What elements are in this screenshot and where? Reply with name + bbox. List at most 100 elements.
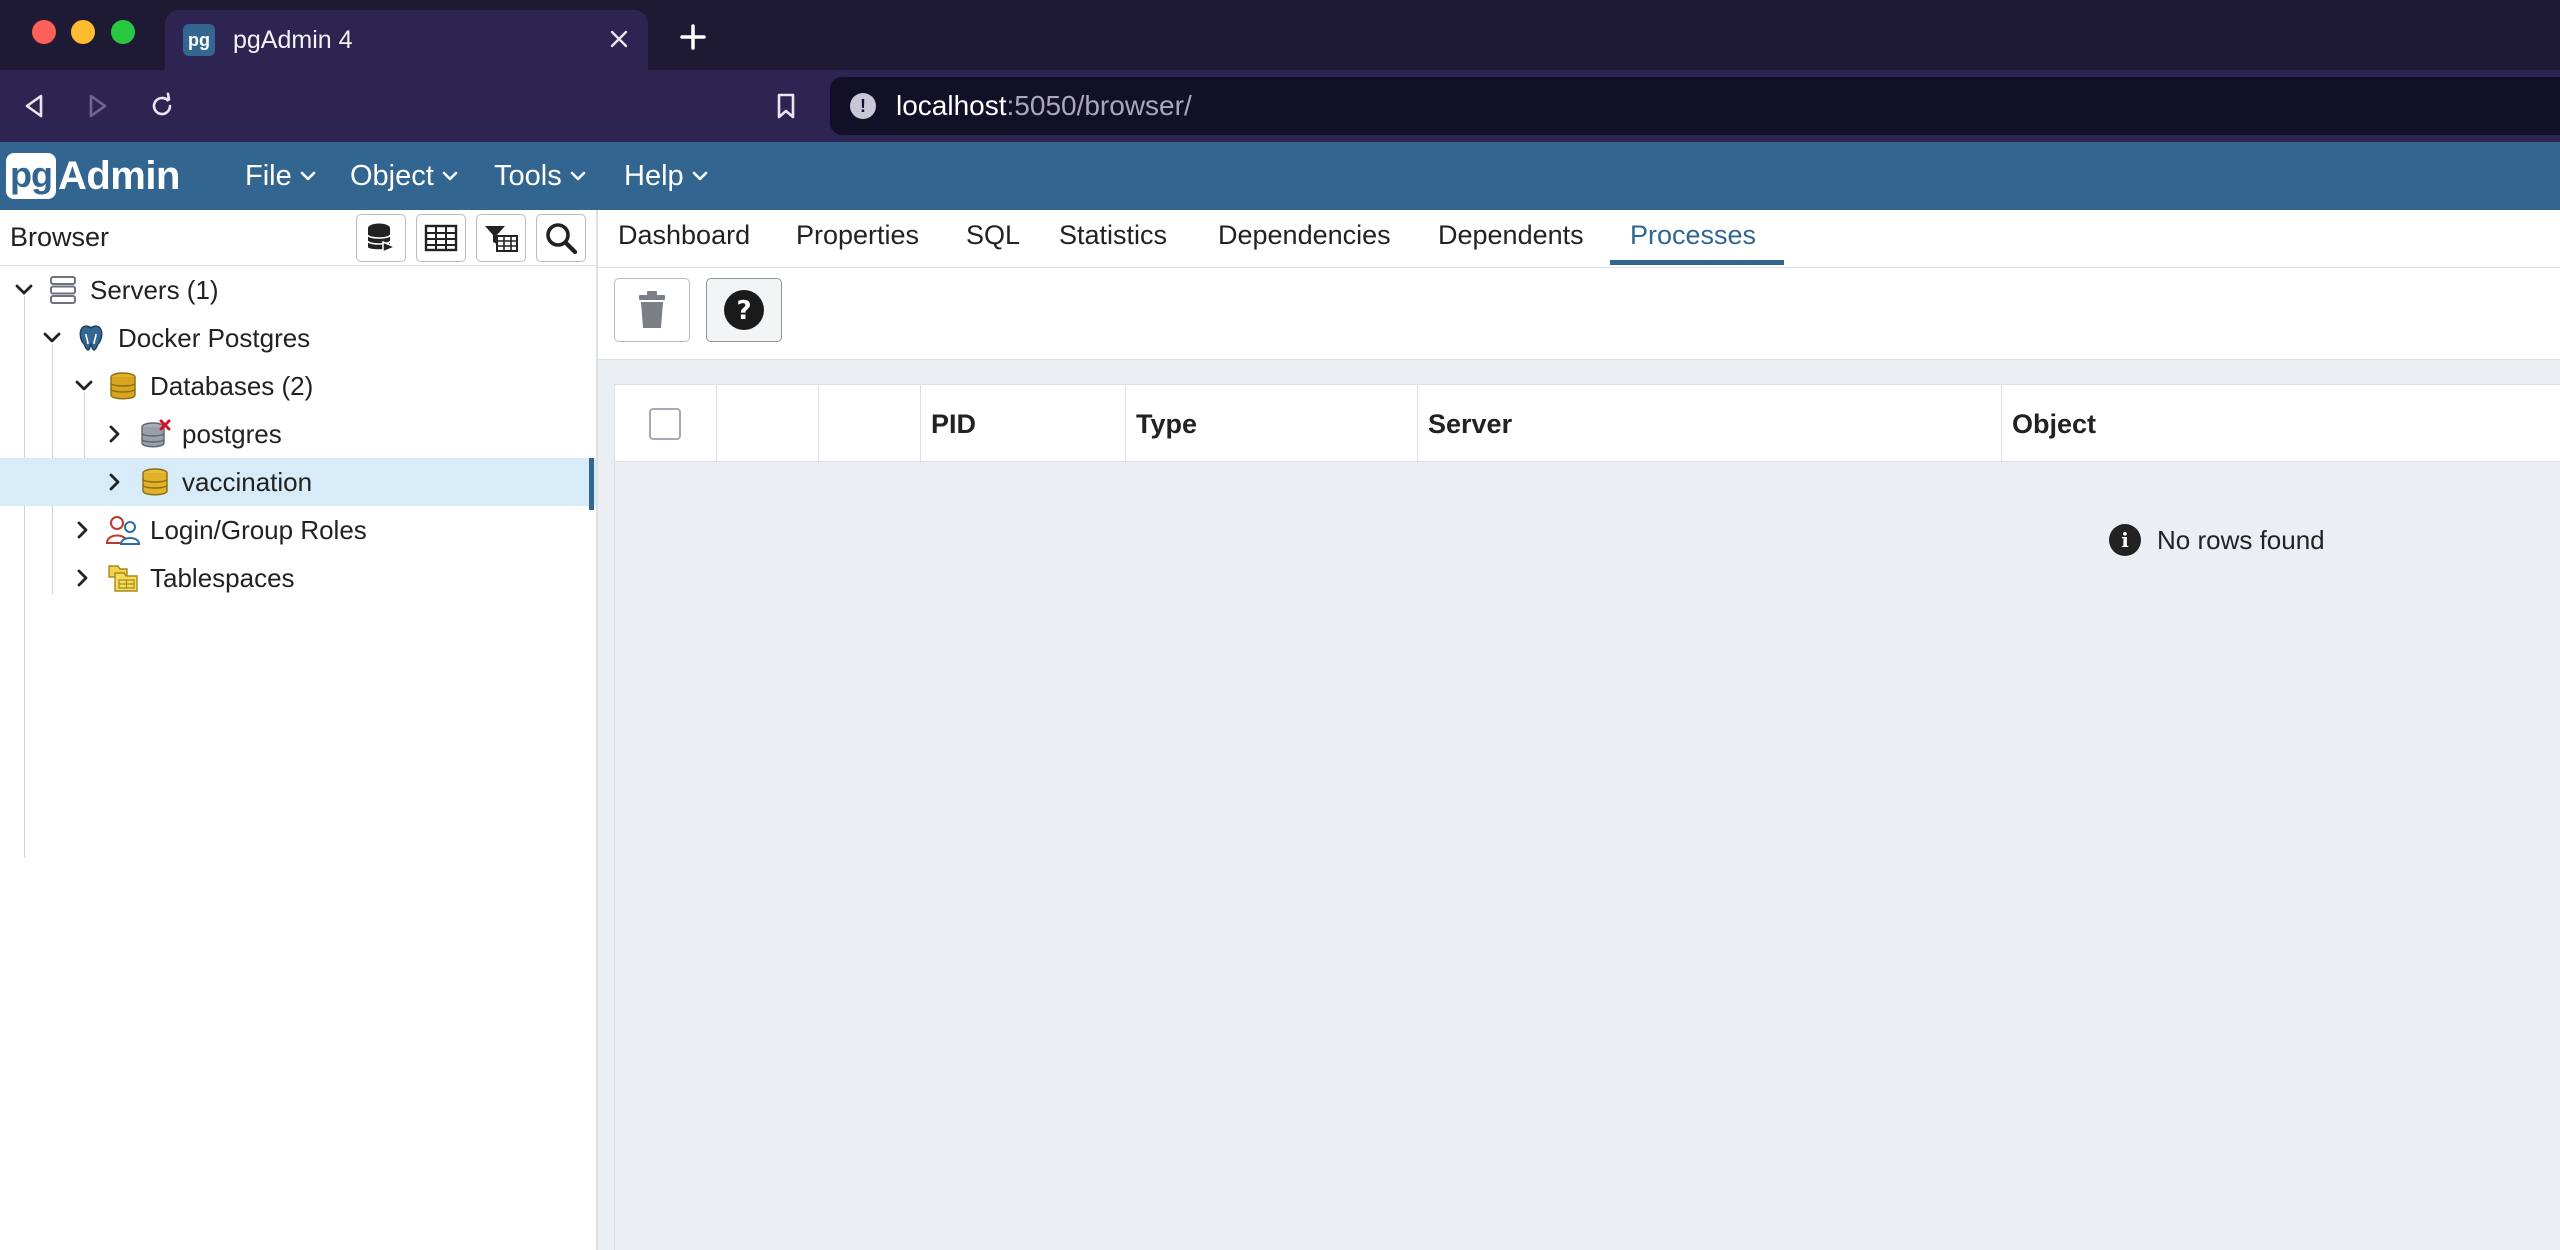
menu-tools-label: Tools [494,159,562,192]
menu-object-label: Object [350,159,434,192]
filtered-rows-button[interactable] [476,214,526,262]
back-icon[interactable] [14,86,54,126]
select-all-checkbox[interactable] [649,408,681,440]
column-header-label: Server [1428,408,1513,439]
tree-item-servers[interactable]: Servers (1) [0,266,596,314]
maximize-window-button[interactable] [111,20,135,44]
tree-item-postgres-db[interactable]: postgres [0,410,596,458]
svg-text:?: ? [736,296,751,326]
tab-statistics[interactable]: Statistics [1059,220,1167,251]
main-content-panel: Dashboard Properties SQL Statistics Depe… [598,210,2560,1250]
tab-dependents[interactable]: Dependents [1438,220,1584,251]
tree-item-tablespaces[interactable]: Tablespaces [0,554,596,602]
tree-item-docker-postgres[interactable]: Docker Postgres [0,314,596,362]
tree-item-label: Tablespaces [150,562,295,593]
column-header-type[interactable]: Type [1126,385,1418,463]
grid-header: PID Type Server Object [615,384,2560,463]
chevron-down-icon[interactable] [71,373,97,399]
url-host: localhost [896,90,1007,121]
tab-dependencies[interactable]: Dependencies [1218,220,1391,251]
view-data-icon [424,224,458,252]
browser-tab[interactable]: pg pgAdmin 4 [165,10,648,70]
chevron-down-icon [300,170,316,182]
browser-tab-strip: pg pgAdmin 4 [0,0,2560,70]
filtered-rows-icon [485,226,518,252]
logo-admin-text: Admin [57,153,180,198]
tree-item-label: postgres [182,418,282,449]
empty-grid-message: i No rows found [2109,524,2325,556]
tree-item-vaccination-db[interactable]: vaccination [0,458,596,510]
trash-icon [639,291,665,328]
browser-tab-title: pgAdmin 4 [233,25,353,54]
column-header-label: PID [931,408,977,439]
processes-toolbar: ? [598,268,2560,360]
column-header-server[interactable]: Server [1418,385,2002,463]
help-icon: ? [724,290,764,330]
servers-icon [46,273,80,307]
pgadmin-favicon-icon: pg [183,24,215,56]
tree-item-login-group-roles[interactable]: Login/Group Roles [0,506,596,554]
chevron-down-icon[interactable] [39,325,65,351]
browser-navigation-bar: ! localhost:5050/browser/ [0,70,2560,142]
column-header-label: Type [1136,408,1198,439]
empty-grid-text: No rows found [2157,524,2325,555]
tree-item-databases[interactable]: Databases (2) [0,362,596,410]
roles-icon [106,513,140,547]
databases-icon [106,369,140,403]
menu-help[interactable]: Help [624,142,708,210]
chevron-right-icon[interactable] [102,469,128,495]
close-tab-icon[interactable] [602,22,636,56]
pgadmin-menu-bar: pg Admin File Object Tools Help [0,142,2560,210]
processes-grid: PID Type Server Object i No rows found [614,384,2560,1250]
menu-file[interactable]: File [245,142,316,210]
chevron-down-icon [692,170,708,182]
menu-file-label: File [245,159,292,192]
select-all-column [615,385,717,463]
tree-item-label: Login/Group Roles [150,514,367,545]
object-browser-header: Browser [0,210,596,266]
tab-dashboard[interactable]: Dashboard [618,220,750,251]
column-header-object[interactable]: Object [2002,385,2560,463]
database-disconnected-icon [138,417,172,451]
object-browser-title: Browser [10,222,110,252]
tab-sql[interactable]: SQL [966,220,1020,251]
menu-tools[interactable]: Tools [494,142,586,210]
bookmark-icon[interactable] [766,86,806,126]
tree-item-label: vaccination [182,466,313,497]
column-header-label: Object [2012,408,2097,439]
chevron-down-icon [442,170,458,182]
info-icon: i [2109,524,2141,556]
column-header-pid[interactable]: PID [921,385,1126,463]
menu-object[interactable]: Object [350,142,458,210]
tree-item-label: Docker Postgres [118,322,311,353]
pgadmin-logo: pg Admin [6,150,180,202]
reload-icon[interactable] [142,86,182,126]
tree-item-label: Databases (2) [150,370,314,401]
forward-icon[interactable] [78,86,118,126]
panel-tab-bar: Dashboard Properties SQL Statistics Depe… [598,210,2560,268]
terminate-session-button[interactable] [614,278,690,342]
new-tab-icon[interactable] [673,17,713,57]
chevron-down-icon[interactable] [11,277,37,303]
site-info-icon[interactable]: ! [850,93,876,119]
object-browser-panel: Browser Servers (1) Docker Postgres Data… [0,210,596,1250]
chevron-right-icon[interactable] [102,421,128,447]
chevron-right-icon[interactable] [70,565,96,591]
tab-properties[interactable]: Properties [796,220,919,251]
tree-item-label: Servers (1) [90,274,219,305]
view-data-button[interactable] [416,214,466,262]
chevron-right-icon[interactable] [70,517,96,543]
help-button[interactable]: ? [706,278,782,342]
search-objects-icon [546,223,578,255]
query-tool-button[interactable] [356,214,406,262]
active-tab-indicator [1610,260,1784,265]
chevron-down-icon [570,170,586,182]
search-objects-button[interactable] [536,214,586,262]
tab-processes[interactable]: Processes [1630,220,1756,251]
tablespaces-icon [106,561,140,595]
address-bar[interactable]: ! localhost:5050/browser/ [830,77,2560,135]
column-header [819,385,921,463]
logo-pg-text: pg [6,153,56,199]
close-window-button[interactable] [32,20,56,44]
minimize-window-button[interactable] [71,20,95,44]
